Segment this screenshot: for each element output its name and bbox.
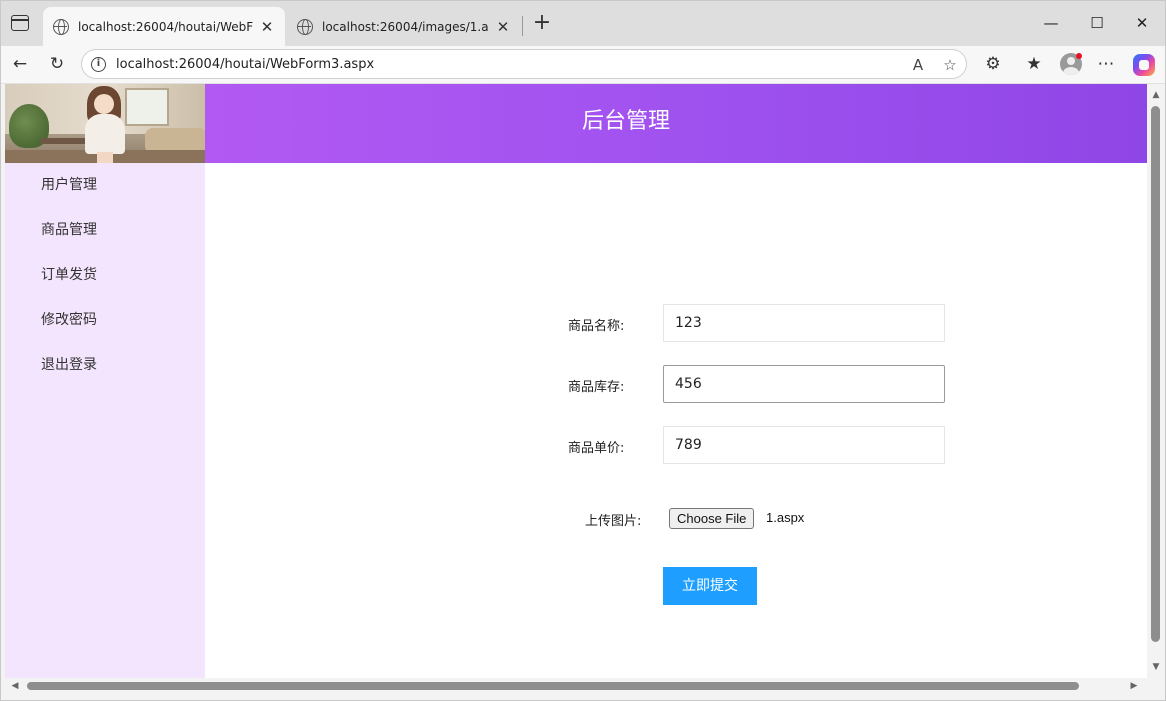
back-arrow-icon[interactable]: ← — [9, 53, 31, 75]
tab-separator — [522, 16, 523, 36]
tab-webform3[interactable]: localhost:26004/houtai/WebForm ✕ — [43, 7, 285, 46]
scroll-down-icon[interactable]: ▼ — [1151, 662, 1161, 672]
product-name-label: 商品名称: — [568, 319, 625, 334]
tab-actions-icon[interactable] — [11, 15, 29, 31]
scroll-left-icon[interactable]: ◀ — [10, 681, 20, 691]
browser-window: localhost:26004/houtai/WebForm ✕ localho… — [0, 0, 1166, 701]
product-stock-label: 商品库存: — [568, 380, 625, 395]
tab-images-1[interactable]: localhost:26004/images/1.aspx?cn ✕ — [287, 7, 521, 46]
scroll-right-icon[interactable]: ▶ — [1129, 681, 1139, 691]
globe-icon — [297, 18, 313, 35]
extensions-icon[interactable]: ⚙ — [982, 53, 1004, 75]
choose-file-button[interactable]: Choose File — [669, 508, 755, 529]
new-tab-button[interactable]: + — [531, 12, 553, 36]
horizontal-scroll-thumb[interactable] — [27, 682, 1079, 690]
tab-title: localhost:26004/houtai/WebForm — [78, 19, 253, 34]
globe-icon — [53, 18, 69, 35]
sidebar-item-logout[interactable]: 退出登录 — [5, 343, 205, 388]
sidebar-item-products[interactable]: 商品管理 — [5, 208, 205, 253]
sidebar-item-orders[interactable]: 订单发货 — [5, 253, 205, 298]
copilot-icon[interactable] — [1133, 54, 1155, 76]
minimize-icon[interactable]: — — [1041, 13, 1061, 33]
scroll-up-icon[interactable]: ▲ — [1151, 90, 1161, 100]
url-text[interactable]: localhost:26004/houtai/WebForm3.aspx — [116, 57, 374, 72]
tab-close-icon[interactable]: ✕ — [259, 18, 275, 36]
upload-image-label: 上传图片: — [585, 514, 642, 529]
sidebar-banner-image — [5, 84, 205, 163]
product-price-input[interactable] — [663, 426, 945, 464]
sidebar-item-users[interactable]: 用户管理 — [5, 163, 205, 208]
sidebar: 用户管理 商品管理 订单发货 修改密码 退出登录 — [5, 84, 205, 678]
tab-close-icon[interactable]: ✕ — [495, 18, 511, 36]
page-title: 后台管理 — [581, 109, 670, 134]
product-stock-input[interactable] — [663, 365, 945, 403]
product-name-input[interactable] — [663, 304, 945, 342]
more-options-icon[interactable]: ⋯ — [1095, 53, 1117, 75]
tab-strip: localhost:26004/houtai/WebForm ✕ localho… — [1, 1, 1165, 46]
product-form: 商品名称: 商品库存: 商品单价: 上传图片: Choose File 1.as… — [205, 163, 1147, 678]
horizontal-scrollbar[interactable]: ◀ ▶ — [1, 678, 1147, 694]
selected-file-name: 1.aspx — [766, 510, 805, 525]
sidebar-menu: 用户管理 商品管理 订单发货 修改密码 退出登录 — [5, 163, 205, 388]
page-viewport: 用户管理 商品管理 订单发货 修改密码 退出登录 后台管理 商品名称: 商品库存… — [5, 84, 1147, 678]
favorite-star-icon[interactable]: ☆ — [940, 55, 960, 75]
page-header: 后台管理 — [205, 84, 1147, 163]
tab-title: localhost:26004/images/1.aspx?cn — [322, 19, 489, 34]
read-aloud-icon[interactable]: A — [908, 55, 928, 75]
refresh-icon[interactable]: ↻ — [46, 53, 68, 75]
site-info-icon[interactable]: i — [91, 57, 106, 72]
vertical-scroll-thumb[interactable] — [1151, 106, 1160, 642]
favorites-icon[interactable]: ★ — [1023, 53, 1045, 75]
vertical-scrollbar[interactable]: ▲ ▼ — [1147, 84, 1165, 678]
close-window-icon[interactable]: ✕ — [1132, 13, 1152, 33]
product-price-label: 商品单价: — [568, 441, 625, 456]
navigation-bar: ← ↻ i localhost:26004/houtai/WebForm3.as… — [1, 46, 1165, 84]
notification-dot — [1076, 53, 1082, 59]
submit-button[interactable]: 立即提交 — [663, 567, 757, 605]
address-bar[interactable]: i localhost:26004/houtai/WebForm3.aspx A… — [81, 49, 967, 79]
sidebar-item-password[interactable]: 修改密码 — [5, 298, 205, 343]
maximize-icon[interactable]: ☐ — [1087, 13, 1107, 33]
